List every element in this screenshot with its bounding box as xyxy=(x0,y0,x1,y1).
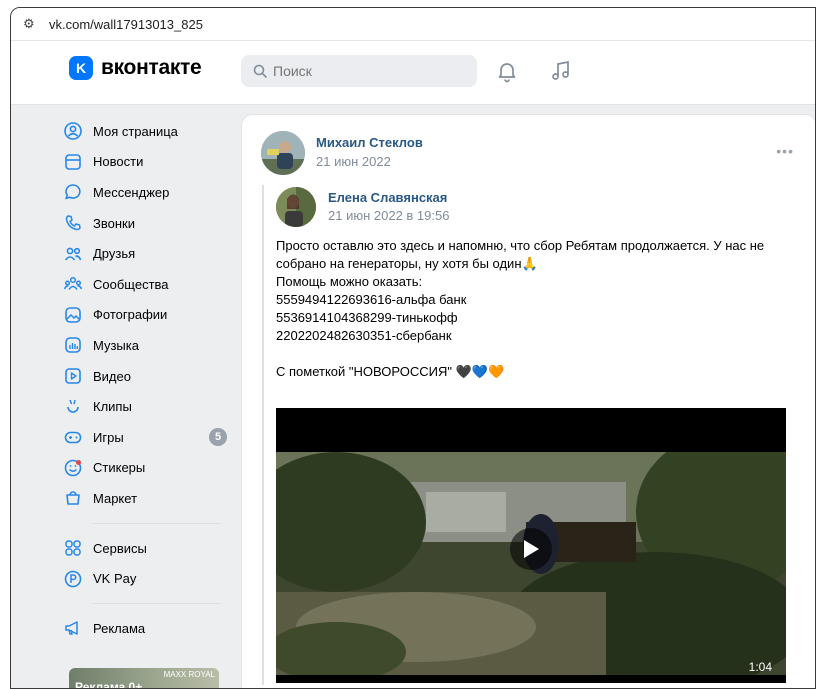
games-icon xyxy=(64,431,82,444)
message-icon xyxy=(65,184,81,200)
sidebar-item-label: Мессенджер xyxy=(93,184,170,200)
more-options-icon[interactable]: ••• xyxy=(776,143,794,159)
ads-icon xyxy=(65,621,78,635)
browser-window: ⚙ vk.com/wall17913013_825 K вконтакте Мо… xyxy=(10,7,816,689)
post-text-line: 5559494122693616-альфа банк xyxy=(276,292,467,307)
sidebar-item-services[interactable]: Сервисы xyxy=(63,533,233,564)
sidebar-divider xyxy=(93,602,221,604)
search-icon xyxy=(253,64,267,78)
newsfeed-icon xyxy=(65,154,81,170)
ad-banner[interactable]: MAXX ROYAL Реклама 0+ xyxy=(69,668,219,689)
repost-author-name[interactable]: Елена Славянская xyxy=(328,190,447,205)
repost-indicator-line xyxy=(262,185,264,685)
author-photo xyxy=(261,131,305,175)
sidebar-divider xyxy=(93,522,221,524)
sidebar-item-vkpay[interactable]: VK Pay xyxy=(63,563,233,594)
sidebar-item-news[interactable]: Новости xyxy=(63,147,233,178)
sidebar-item-label: Реклама xyxy=(93,620,146,636)
sidebar-item-friends[interactable]: Друзья xyxy=(63,238,233,269)
wall-post: Михаил Стеклов 21 июн 2022 ••• Елена Сла… xyxy=(241,114,815,688)
sidebar-item-label: Игры xyxy=(93,429,124,445)
video-duration: 1:04 xyxy=(748,660,772,674)
sidebar-item-label: Видео xyxy=(93,368,131,384)
repost-date[interactable]: 21 июн 2022 в 19:56 xyxy=(328,208,449,223)
user-circle-icon xyxy=(64,122,82,141)
market-icon xyxy=(66,491,80,506)
bell-icon[interactable] xyxy=(495,59,519,83)
music-note-icon[interactable] xyxy=(549,59,573,83)
ad-brand: MAXX ROYAL xyxy=(163,670,215,679)
sidebar-item-label: Новости xyxy=(93,154,144,170)
sidebar-item-label: Фотографии xyxy=(93,307,168,323)
post-author-name[interactable]: Михаил Стеклов xyxy=(316,135,423,150)
sidebar-item-label: Музыка xyxy=(93,337,139,353)
post-text-line: 5536914104368299-тинькофф xyxy=(276,310,458,325)
video-player[interactable]: 1:04 xyxy=(276,408,786,683)
sidebar-item-messenger[interactable]: Мессенджер xyxy=(63,177,233,208)
sidebar-item-label: Маркет xyxy=(93,490,138,506)
post-text-line: 2202202482630351-сбербанк xyxy=(276,328,452,343)
stickers-icon xyxy=(64,459,82,477)
sidebar-item-my-page[interactable]: Моя страница xyxy=(63,116,233,147)
vk-logo[interactable]: K вконтакте xyxy=(69,56,202,80)
ad-label: Реклама 0+ xyxy=(75,680,143,689)
sidebar-item-label: Сообщества xyxy=(93,276,169,292)
vk-header: K вконтакте xyxy=(11,41,815,105)
vk-logo-text: вконтакте xyxy=(101,56,202,79)
author-avatar[interactable] xyxy=(261,131,305,175)
friends-icon xyxy=(64,247,82,261)
comment-composer xyxy=(241,682,815,688)
sidebar-item-label: VK Pay xyxy=(93,571,137,587)
sidebar-item-market[interactable]: Маркет xyxy=(63,483,233,514)
sidebar-item-photos[interactable]: Фотографии xyxy=(63,300,233,331)
post-text: Просто оставлю это здесь и напомню, что … xyxy=(276,237,806,381)
sidebar-item-label: Стикеры xyxy=(93,460,146,476)
search-input[interactable] xyxy=(273,63,463,79)
post-date[interactable]: 21 июн 2022 xyxy=(316,154,391,169)
sidebar-item-clips[interactable]: Клипы xyxy=(63,391,233,422)
repost-author-photo xyxy=(276,187,316,227)
left-sidebar: Моя страница Новости Мессенджер Звонки Д… xyxy=(63,116,233,644)
sidebar-item-video[interactable]: Видео xyxy=(63,361,233,392)
search-box[interactable] xyxy=(241,55,477,87)
play-icon xyxy=(524,540,539,558)
sidebar-item-communities[interactable]: Сообщества xyxy=(63,269,233,300)
sidebar-item-ads[interactable]: Реклама xyxy=(63,613,233,644)
post-text-line: С пометкой "НОВОРОССИЯ" 🖤💙🧡 xyxy=(276,364,505,379)
sidebar-item-label: Друзья xyxy=(93,246,136,262)
phone-icon xyxy=(65,215,81,231)
sidebar-item-label: Клипы xyxy=(93,399,132,415)
services-icon xyxy=(65,540,81,556)
music-icon xyxy=(65,337,81,354)
games-count-badge: 5 xyxy=(209,427,227,446)
site-settings-icon[interactable]: ⚙ xyxy=(23,16,43,32)
address-bar[interactable]: ⚙ vk.com/wall17913013_825 xyxy=(11,8,815,41)
sidebar-item-music[interactable]: Музыка xyxy=(63,330,233,361)
photos-icon xyxy=(65,307,81,323)
sidebar-item-games[interactable]: Игры 5 xyxy=(63,422,233,453)
vkpay-icon xyxy=(64,570,82,587)
post-text-line: Просто оставлю это здесь и напомню, что … xyxy=(276,238,765,271)
url-text[interactable]: vk.com/wall17913013_825 xyxy=(49,17,203,32)
sidebar-item-label: Звонки xyxy=(93,215,135,231)
clips-icon xyxy=(67,399,79,413)
sidebar-item-stickers[interactable]: Стикеры xyxy=(63,453,233,484)
vk-logo-icon: K xyxy=(69,56,93,80)
repost-author-avatar[interactable] xyxy=(276,187,316,227)
sidebar-item-label: Сервисы xyxy=(93,540,147,556)
sidebar-item-label: Моя страница xyxy=(93,123,178,139)
post-text-line xyxy=(276,345,806,363)
sidebar-item-calls[interactable]: Звонки xyxy=(63,208,233,239)
play-button[interactable] xyxy=(510,528,552,570)
post-text-line: Помощь можно оказать: xyxy=(276,274,423,289)
video-icon xyxy=(65,368,81,384)
communities-icon xyxy=(63,277,83,291)
